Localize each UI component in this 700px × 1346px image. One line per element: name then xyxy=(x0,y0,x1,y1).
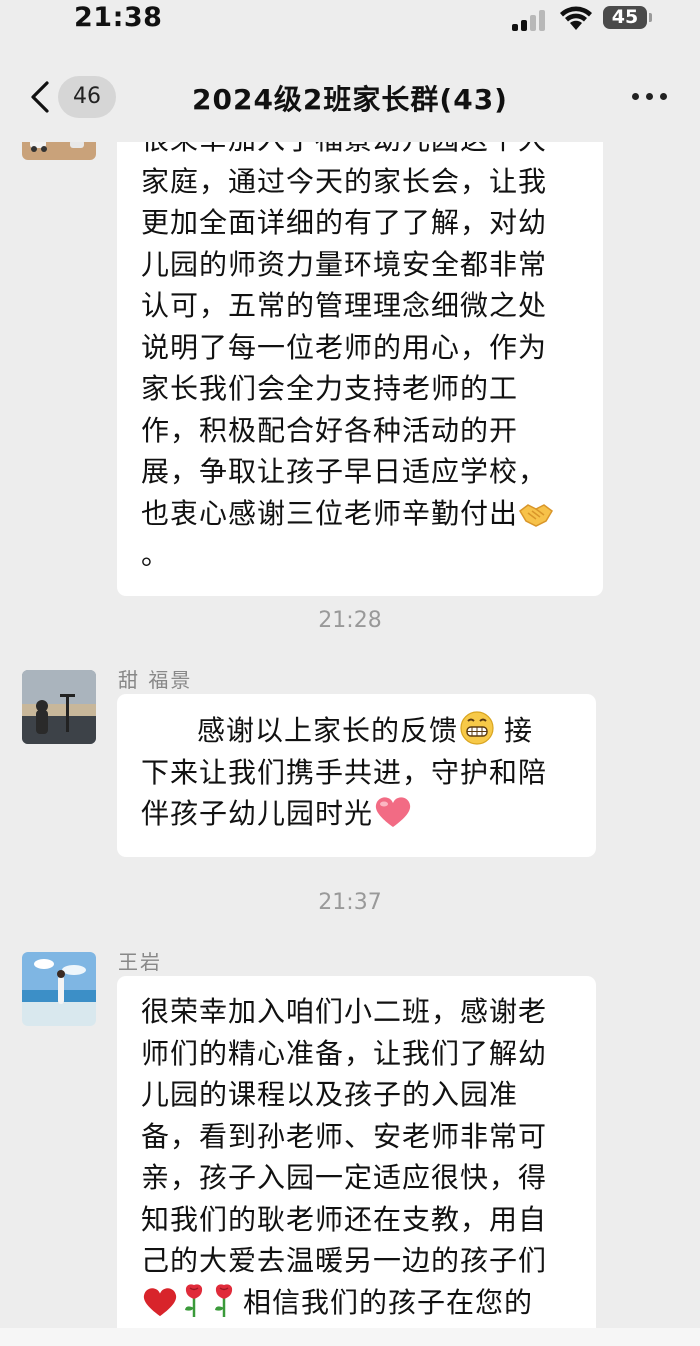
input-bar-edge xyxy=(0,1328,700,1346)
message-line: 儿园的师资力量环境安全都非常 xyxy=(141,247,548,281)
handshake-emoji-icon xyxy=(519,503,554,527)
chevron-left-icon xyxy=(31,81,49,113)
message-line: 很荣幸加入了福景幼儿园这个大 xyxy=(141,142,579,161)
message-line: 。 xyxy=(141,538,171,571)
message-bubble[interactable]: 很荣幸加入了福景幼儿园这个大 家庭，通过今天的家长会，让我 更加全面详细的有了了… xyxy=(117,142,603,596)
message-line: 备，看到孙老师、安老师非常可 xyxy=(141,1119,548,1153)
battery-tip xyxy=(649,13,652,22)
wifi-icon xyxy=(560,6,592,30)
timestamp: 21:28 xyxy=(318,608,382,633)
avatar[interactable] xyxy=(22,142,96,160)
message-text: 感谢以上家长的反馈 xyxy=(197,714,459,747)
message-text: 相信我们的孩子在您的 xyxy=(243,1285,534,1319)
back-button[interactable]: 46 xyxy=(20,76,120,120)
message-text: 也衷心感谢三位老师辛勤付出 xyxy=(141,496,519,530)
message-bubble[interactable]: 很荣幸加入咱们小二班，感谢老 师们的精心准备，让我们了解幼 儿园的课程以及孩子的… xyxy=(117,976,596,1346)
message-line: 认可，五常的管理理念细微之处 xyxy=(141,289,548,322)
message-text: 伴孩子幼儿园时光 xyxy=(141,797,374,830)
battery-icon: 45 xyxy=(603,6,647,29)
message-line: 说明了每一位老师的用心，作为 xyxy=(141,330,548,364)
rose-emoji-icon xyxy=(215,1283,233,1317)
message-bubble[interactable]: 感谢以上家长的反馈 接 下来让我们携手共进，守护和陪 伴孩子幼儿园时光 xyxy=(117,694,596,857)
message-line: 家庭，通过今天的家长会，让我 xyxy=(141,164,548,198)
message-line: 展，争取让孩子早日适应学校， xyxy=(141,455,548,488)
message-line: 更加全面详细的有了了解，对幼 xyxy=(141,206,548,239)
message-line: 师们的精心准备，让我们了解幼 xyxy=(141,1036,548,1070)
message-line: 儿园的课程以及孩子的入园准 xyxy=(141,1078,519,1111)
message-line: 己的大爱去温暖另一边的孩子们 xyxy=(141,1244,548,1277)
chat-title: 2024级2班家长群(43) xyxy=(192,83,508,116)
message-line: 也衷心感谢三位老师辛勤付出 xyxy=(141,493,579,535)
message-line: 亲，孩子入园一定适应很快，得 xyxy=(141,1161,548,1194)
timestamp: 21:37 xyxy=(318,890,382,915)
avatar[interactable] xyxy=(22,670,96,744)
heart-emoji-icon xyxy=(375,797,411,827)
message-line: 很荣幸加入咱们小二班，感谢老 xyxy=(141,995,548,1028)
more-options-button[interactable] xyxy=(624,90,674,104)
cellular-signal-icon xyxy=(512,9,548,31)
status-bar: 21:38 45 xyxy=(0,0,700,40)
message-line: 知我们的耿老师还在支教，用自 xyxy=(141,1202,548,1236)
message-line: 作，积极配合好各种活动的开 xyxy=(141,413,519,447)
message-line: 相信我们的孩子在您的 xyxy=(141,1282,572,1324)
nav-bar: 46 2024级2班家长群(43) xyxy=(0,52,700,142)
sender-name: 甜 福景 xyxy=(118,668,193,692)
rose-emoji-icon xyxy=(185,1283,203,1317)
message-text: 接 xyxy=(504,714,534,747)
status-time: 21:38 xyxy=(74,2,163,33)
chat-message-list[interactable]: 很荣幸加入了福景幼儿园这个大 家庭，通过今天的家长会，让我 更加全面详细的有了了… xyxy=(0,142,700,1346)
message-line: 家长我们会全力支持老师的工 xyxy=(141,372,519,405)
unread-count-badge: 46 xyxy=(58,76,116,118)
sender-name: 王岩 xyxy=(118,950,162,974)
message-line: 伴孩子幼儿园时光 xyxy=(141,793,572,835)
heart-emoji-icon xyxy=(143,1287,177,1316)
grin-emoji-icon xyxy=(460,711,494,745)
message-line: 感谢以上家长的反馈 接 xyxy=(141,710,572,752)
message-line: 下来让我们携手共进，守护和陪 xyxy=(141,755,548,789)
avatar[interactable] xyxy=(22,952,96,1026)
